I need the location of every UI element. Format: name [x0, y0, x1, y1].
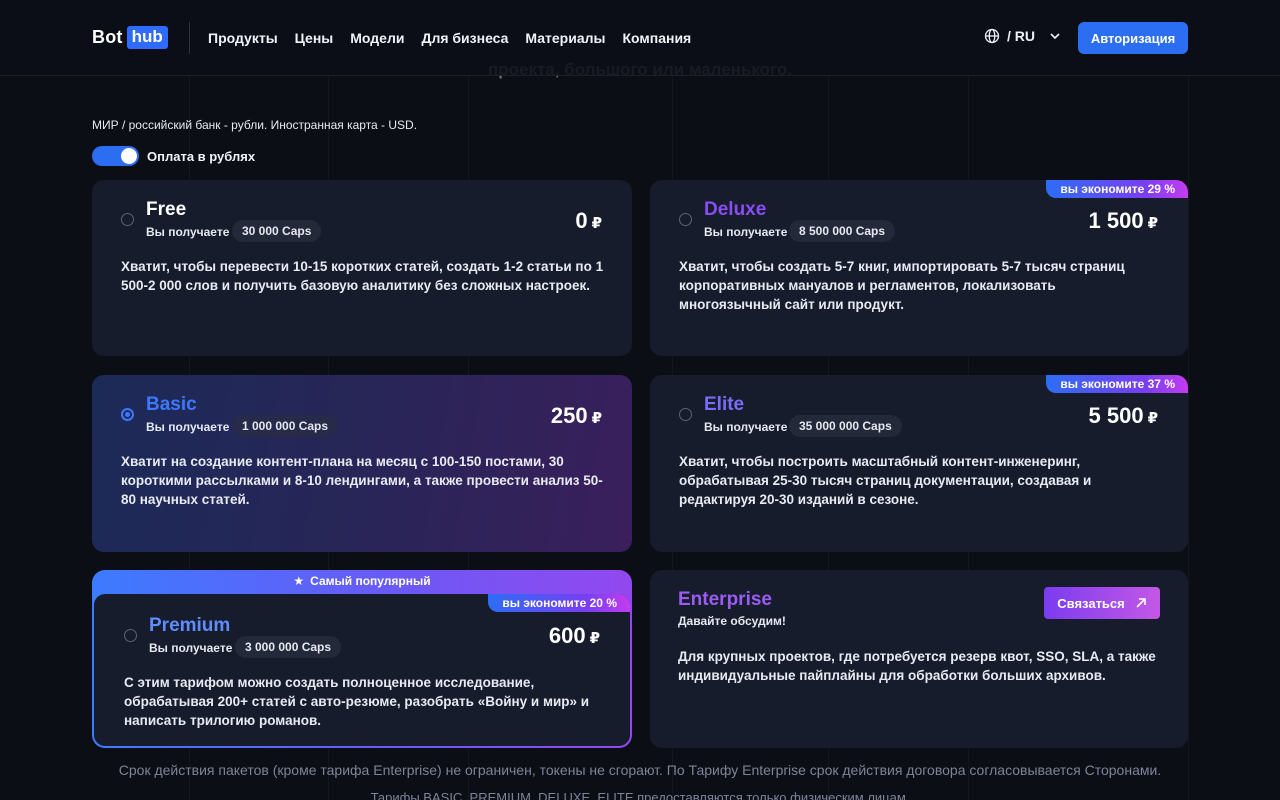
plan-description: Хватит, чтобы построить масштабный конте… [679, 454, 1092, 507]
plan-name: Enterprise [678, 589, 772, 610]
plan-radio-deluxe[interactable] [679, 213, 692, 226]
savings-badge: вы экономите 37 % [1046, 375, 1188, 393]
star-icon: ★ [293, 574, 305, 588]
plan-card-basic[interactable]: Basic Вы получаете 1 000 000 Caps 250 ₽ Х… [92, 375, 632, 552]
nav-company[interactable]: Компания [622, 30, 691, 46]
arrow-up-right-icon [1136, 598, 1146, 608]
caps-badge: 3 000 000 Caps [235, 636, 342, 658]
plan-name: Elite [704, 394, 745, 415]
premium-card-body: вы экономите 20 % Premium Вы получаете 3… [94, 594, 630, 746]
plan-radio-elite[interactable] [679, 408, 692, 421]
language-selector[interactable]: / RU [984, 28, 1062, 44]
plan-radio-premium[interactable] [124, 629, 137, 642]
logo-divider [189, 22, 190, 54]
caps-badge: 30 000 Caps [232, 220, 322, 242]
plan-price: 250 ₽ [550, 403, 602, 428]
savings-badge: вы экономите 29 % [1046, 180, 1188, 198]
plan-card-enterprise: Enterprise Давайте обсудим! Связаться Дл… [650, 570, 1188, 748]
currency-toggle[interactable]: Оплата в рублях [92, 146, 255, 166]
globe-icon [984, 28, 1000, 44]
you-get-label: Вы получаете [704, 420, 788, 434]
nav-models[interactable]: Модели [350, 30, 404, 46]
plan-card-elite[interactable]: вы экономите 37 % Elite Вы получаете 35 … [650, 375, 1188, 552]
logo-hub: hub [126, 26, 168, 49]
individuals-note: Тарифы BASIC, PREMIUM, DELUXE, ELITE пре… [370, 790, 910, 800]
plan-name: Deluxe [704, 199, 767, 220]
contact-button[interactable]: Связаться [1044, 587, 1160, 619]
plan-name: Premium [149, 615, 231, 636]
validity-note: Срок действия пакетов (кроме тарифа Ente… [118, 762, 1162, 778]
plan-description: С этим тарифом можно создать полноценное… [124, 675, 590, 728]
plan-price: 600 ₽ [548, 623, 600, 648]
plan-description: Хватит, чтобы перевести 10-15 коротких с… [121, 259, 604, 293]
nav-prices[interactable]: Цены [295, 30, 334, 46]
plan-radio-basic[interactable] [121, 408, 134, 421]
savings-badge: вы экономите 20 % [488, 594, 630, 612]
plan-description: Для крупных проектов, где потребуется ре… [678, 649, 1156, 683]
main-nav: Продукты Цены Модели Для бизнеса Материа… [208, 30, 691, 46]
you-get-label: Вы получаете [149, 641, 233, 655]
plan-name: Free [146, 199, 187, 220]
logo[interactable]: Bot hub [92, 26, 168, 49]
you-get-label: Вы получаете [704, 225, 788, 239]
nav-materials[interactable]: Материалы [525, 30, 605, 46]
login-button[interactable]: Авторизация [1078, 22, 1188, 54]
nav-products[interactable]: Продукты [208, 30, 278, 46]
you-get-label: Вы получаете [146, 225, 230, 239]
plan-card-free[interactable]: Free Вы получаете 30 000 Caps 0 ₽ Хватит,… [92, 180, 632, 356]
toggle-label: Оплата в рублях [147, 148, 256, 164]
toggle-switch[interactable] [92, 146, 139, 166]
plan-price: 1 500 ₽ [1088, 208, 1159, 233]
plan-description: Хватит, чтобы создать 5-7 книг, импортир… [679, 259, 1125, 312]
logo-bot: Bot [92, 27, 123, 47]
caps-badge: 8 500 000 Caps [789, 220, 896, 242]
plan-price: 5 500 ₽ [1088, 403, 1159, 428]
chevron-down-icon [1050, 33, 1060, 40]
payment-note: МИР / российский банк - рубли. Иностранн… [92, 118, 418, 132]
caps-badge: 35 000 000 Caps [789, 415, 902, 437]
plan-radio-free[interactable] [121, 213, 134, 226]
contact-label: Связаться [1057, 595, 1125, 611]
enterprise-subtitle: Давайте обсудим! [678, 614, 786, 628]
plan-price: 0 ₽ [575, 208, 602, 233]
caps-badge: 1 000 000 Caps [232, 415, 339, 437]
site-header: Bot hub Продукты Цены Модели Для бизнеса… [0, 0, 1280, 76]
popular-label: Самый популярный [310, 574, 431, 588]
you-get-label: Вы получаете [146, 420, 230, 434]
plan-name: Basic [146, 394, 197, 415]
plan-card-premium[interactable]: ★ Самый популярный вы экономите 20 % Prem… [92, 570, 632, 748]
plan-description: Хватит на создание контент-плана на меся… [121, 454, 603, 507]
nav-business[interactable]: Для бизнеса [421, 30, 508, 46]
popular-banner: ★ Самый популярный [92, 574, 632, 588]
plan-card-deluxe[interactable]: вы экономите 29 % Deluxe Вы получаете 8 … [650, 180, 1188, 356]
language-label: / RU [1007, 28, 1035, 44]
